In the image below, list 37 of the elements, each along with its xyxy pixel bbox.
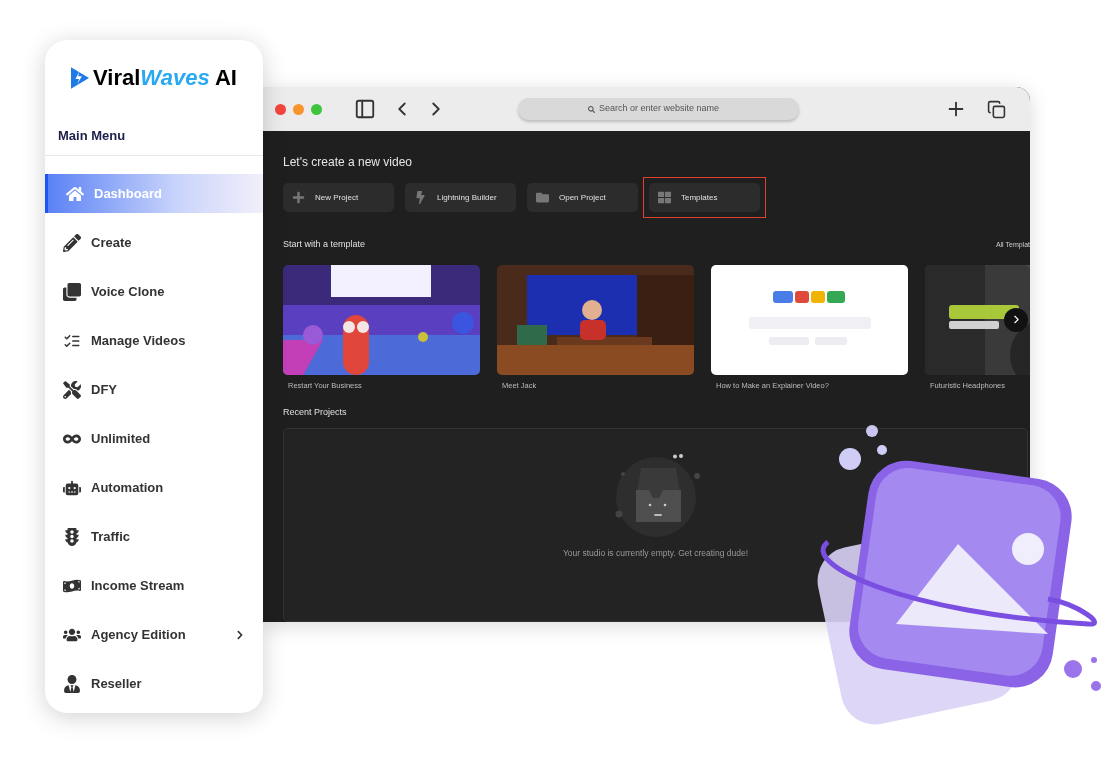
user-icon [63, 674, 81, 693]
menu-item[interactable]: Create [45, 223, 263, 262]
address-input[interactable]: Search or enter website name [599, 102, 729, 116]
stacked-squares-icon [63, 282, 81, 301]
layout-icon [658, 191, 671, 204]
menu-item[interactable]: Income Stream [45, 566, 263, 605]
menu-item[interactable]: Traffic [45, 517, 263, 556]
address-bar[interactable]: Search or enter website name [518, 98, 799, 120]
section-heading: Start with a template [283, 238, 366, 251]
action-button[interactable]: Templates [649, 183, 760, 212]
menu-heading: Main Menu [58, 128, 126, 143]
traffic-light-icon [63, 527, 81, 546]
logo-text: ViralWaves AI [93, 66, 237, 89]
studio-heading: Let's create a new video [283, 156, 414, 168]
play-bolt-icon [71, 65, 90, 90]
tools-icon [63, 380, 81, 399]
action-button[interactable]: Lightning Builder [405, 183, 516, 212]
search-icon [588, 105, 595, 113]
robot-icon [63, 478, 81, 497]
menu-item[interactable]: Agency Edition [45, 615, 263, 654]
action-button[interactable]: Open Project [527, 183, 638, 212]
lightning-icon [414, 191, 427, 204]
tabs-icon[interactable] [987, 99, 1006, 119]
menu-item[interactable]: Automation [45, 468, 263, 507]
section-heading: Recent Projects [283, 405, 348, 419]
action-button[interactable]: New Project [283, 183, 394, 212]
plus-icon [292, 191, 305, 204]
menu-item[interactable]: Voice Clone [45, 272, 263, 311]
sidebar-toggle-icon[interactable] [354, 98, 376, 120]
empty-message: Your studio is currently empty. Get creating dude! [562, 547, 749, 560]
menu-item[interactable]: Unlimited [45, 419, 263, 458]
menu-item[interactable]: Manage Videos [45, 321, 263, 360]
folder-icon [536, 191, 549, 204]
pencil-icon [63, 233, 81, 252]
menu-item[interactable]: DFY [45, 370, 263, 409]
menu-item[interactable]: Reseller [45, 664, 263, 703]
home-icon [66, 184, 84, 203]
